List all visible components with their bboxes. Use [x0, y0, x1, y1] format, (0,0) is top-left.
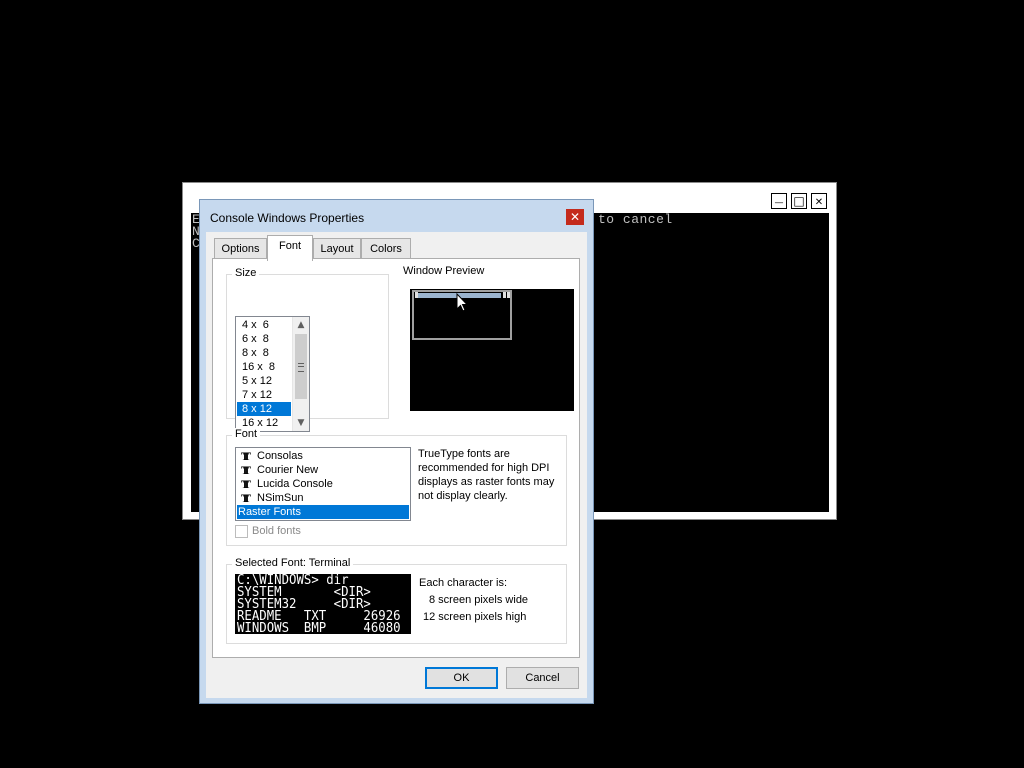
- font-option-label: Raster Fonts: [238, 506, 301, 518]
- preview-button: [503, 292, 506, 298]
- size-option[interactable]: 5 x 12: [237, 374, 291, 388]
- font-option-selected[interactable]: Raster Fonts: [237, 505, 409, 519]
- window-preview-label: Window Preview: [403, 265, 485, 277]
- mouse-pointer-icon: [456, 293, 468, 312]
- dialog-close-button[interactable]: ✕: [566, 209, 584, 225]
- tab-layout[interactable]: Layout: [313, 238, 361, 259]
- truetype-icon: TT: [241, 463, 251, 477]
- font-sample-preview: C:\WINDOWS> dir SYSTEM <DIR> SYSTEM32 <D…: [235, 574, 411, 634]
- truetype-icon: TT: [241, 491, 251, 505]
- selected-font-label: Selected Font: Terminal: [232, 557, 354, 569]
- font-option[interactable]: TT Lucida Console: [237, 477, 409, 491]
- tab-colors[interactable]: Colors: [361, 238, 411, 259]
- cancel-button[interactable]: Cancel: [506, 667, 579, 689]
- size-option[interactable]: 7 x 12: [237, 388, 291, 402]
- char-info-title: Each character is:: [419, 577, 508, 589]
- char-height-text: 12 screen pixels high: [423, 611, 527, 623]
- minimize-icon: —: [774, 198, 784, 208]
- sample-line: WINDOWS BMP 46080: [237, 621, 401, 634]
- font-option[interactable]: TT Consolas: [237, 449, 409, 463]
- scroll-down-icon[interactable]: ▼: [293, 415, 309, 431]
- preview-button: [415, 292, 418, 298]
- maximize-button[interactable]: □: [791, 193, 807, 209]
- size-option-selected[interactable]: 8 x 12: [237, 402, 291, 416]
- truetype-note: TrueType fonts are recommended for high …: [418, 448, 555, 502]
- size-option[interactable]: 8 x 8: [237, 346, 291, 360]
- tab-font[interactable]: Font: [267, 235, 313, 261]
- properties-dialog: Console Windows Properties ✕ Options Fon…: [199, 199, 594, 704]
- console-prompt-text: to cancel: [598, 212, 673, 227]
- scroll-up-icon[interactable]: ▲: [293, 317, 309, 333]
- font-group-label: Font: [232, 428, 261, 440]
- size-listbox[interactable]: 4 x 6 6 x 8 8 x 8 16 x 8 5 x 12 7 x 12 8…: [235, 316, 310, 432]
- font-option-label: Lucida Console: [257, 478, 333, 490]
- scroll-thumb[interactable]: [295, 334, 307, 399]
- font-option-label: Courier New: [257, 464, 319, 476]
- font-listbox[interactable]: TT Consolas TT Courier New TT Lucida Con…: [235, 447, 411, 521]
- font-option-label: NSimSun: [257, 492, 304, 504]
- size-option[interactable]: 6 x 8: [237, 332, 291, 346]
- char-width-text: 8 screen pixels wide: [429, 594, 529, 606]
- grip-icon: [298, 363, 304, 372]
- minimize-button[interactable]: —: [771, 193, 787, 209]
- window-preview: [410, 289, 574, 411]
- preview-button: [507, 292, 510, 298]
- close-icon: ✕: [814, 197, 824, 208]
- tab-options[interactable]: Options: [214, 238, 267, 259]
- maximize-icon: □: [793, 194, 805, 208]
- character-info: Each character is: 8 screen pixels wide …: [419, 575, 528, 626]
- size-group-label: Size: [232, 267, 260, 279]
- close-icon: ✕: [569, 210, 581, 224]
- bold-fonts-label: Bold fonts: [252, 525, 301, 537]
- truetype-icon: TT: [241, 449, 251, 463]
- size-option[interactable]: 4 x 6: [237, 318, 291, 332]
- dialog-body: Options Font Layout Colors Size 4 x 6 6 …: [206, 232, 587, 698]
- ok-button[interactable]: OK: [425, 667, 498, 689]
- font-tab-panel: Size 4 x 6 6 x 8 8 x 8 16 x 8 5 x 12 7 x…: [212, 258, 580, 658]
- bold-fonts-checkbox[interactable]: [235, 525, 248, 538]
- size-scrollbar[interactable]: ▲ ▼: [292, 317, 309, 431]
- font-option[interactable]: TT NSimSun: [237, 491, 409, 505]
- font-option-label: Consolas: [257, 450, 303, 462]
- font-option[interactable]: TT Courier New: [237, 463, 409, 477]
- size-option[interactable]: 16 x 8: [237, 360, 291, 374]
- dialog-title: Console Windows Properties: [210, 211, 365, 225]
- truetype-icon: TT: [241, 477, 251, 491]
- console-close-button[interactable]: ✕: [811, 193, 827, 209]
